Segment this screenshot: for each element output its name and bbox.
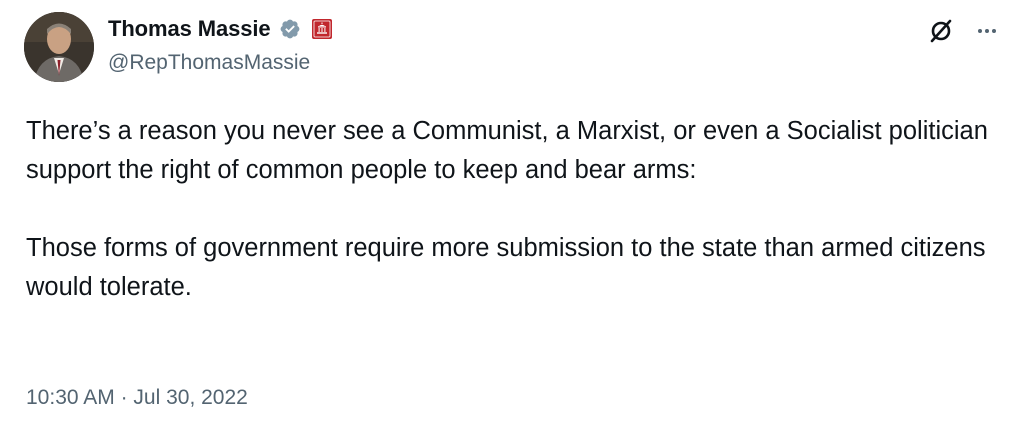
tweet-card: Thomas Massie @RepThomasMassie There’s a…: [0, 0, 1024, 442]
grok-icon[interactable]: [926, 16, 956, 46]
congress-badge-icon[interactable]: [311, 18, 333, 40]
timestamp-separator: ·: [120, 386, 128, 409]
tweet-date[interactable]: Jul 30, 2022: [133, 386, 247, 409]
tweet-text: There’s a reason you never see a Communi…: [26, 112, 1006, 307]
tweet-paragraph: Those forms of government require more s…: [26, 234, 986, 301]
avatar-photo: [24, 12, 94, 82]
avatar[interactable]: [24, 12, 94, 82]
tweet-timestamp: 10:30 AM · Jul 30, 2022: [26, 386, 248, 410]
verified-badge-icon[interactable]: [279, 18, 301, 40]
tweet-paragraph: There’s a reason you never see a Communi…: [26, 117, 988, 184]
more-options-icon[interactable]: [972, 16, 1002, 46]
author-display-name[interactable]: Thomas Massie: [108, 16, 271, 42]
author-name-row: Thomas Massie: [108, 14, 333, 44]
author-handle[interactable]: @RepThomasMassie: [108, 51, 310, 75]
tweet-time[interactable]: 10:30 AM: [26, 386, 115, 409]
